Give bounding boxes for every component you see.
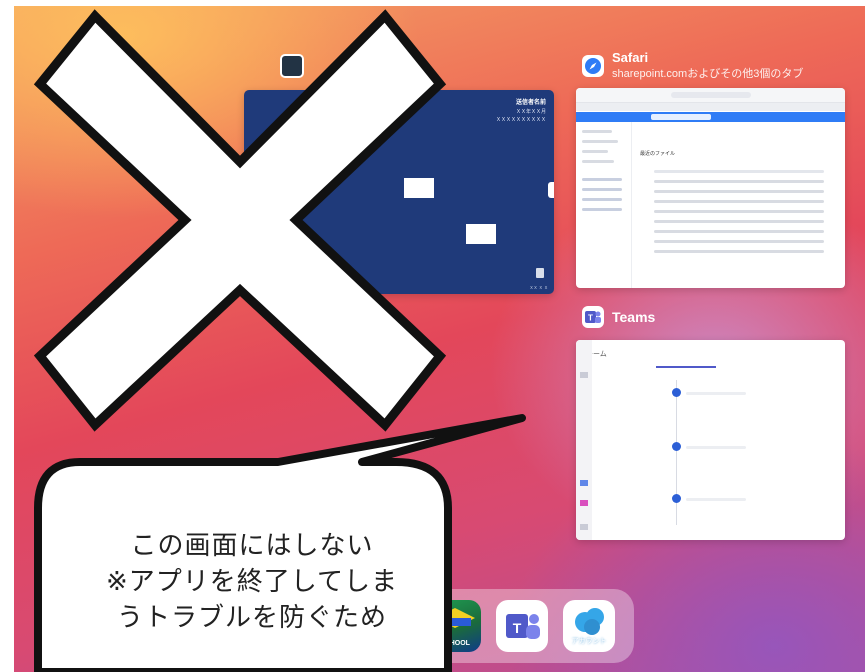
callout-text: この画面にはしない ※アプリを終了してしま うトラブルを防ぐため: [105, 531, 398, 633]
